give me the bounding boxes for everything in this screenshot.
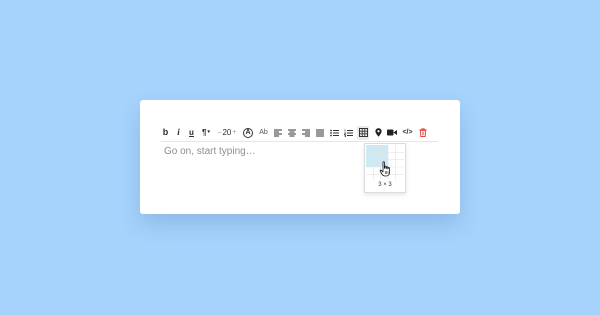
- table-icon: [358, 128, 368, 137]
- align-right-button[interactable]: [301, 126, 311, 139]
- align-left-icon: [274, 129, 282, 136]
- bullet-list-icon: [329, 129, 339, 136]
- editor-placeholder[interactable]: Go on, start typing…: [164, 146, 256, 157]
- font-size-control: – 20 +: [216, 126, 238, 139]
- justify-icon: [316, 129, 324, 136]
- numbered-list-button[interactable]: [343, 126, 353, 139]
- paragraph-icon: ¶: [202, 127, 207, 137]
- highlight-button[interactable]: Ab: [258, 126, 269, 139]
- location-pin-icon: [374, 128, 382, 137]
- align-center-button[interactable]: [287, 126, 297, 139]
- highlight-icon: Ab: [259, 129, 268, 136]
- editor-card: [140, 100, 460, 214]
- bullet-list-button[interactable]: [329, 126, 339, 139]
- text-color-icon: A: [243, 127, 253, 138]
- video-icon: [387, 129, 397, 136]
- justify-button[interactable]: [315, 126, 325, 139]
- font-size-increase-button[interactable]: +: [232, 129, 236, 136]
- font-size-value: 20: [222, 127, 232, 137]
- paragraph-dropdown[interactable]: ¶ ▾: [200, 126, 212, 139]
- text-color-button[interactable]: A: [242, 126, 254, 139]
- chevron-down-icon: ▾: [207, 129, 210, 135]
- align-right-icon: [302, 129, 310, 136]
- hand-cursor-icon: [379, 161, 390, 177]
- location-button[interactable]: [373, 126, 383, 139]
- italic-button[interactable]: i: [174, 126, 183, 139]
- bold-button[interactable]: b: [161, 126, 170, 139]
- table-size-label: 3 × 3: [378, 182, 392, 188]
- trash-icon: [419, 128, 427, 137]
- code-icon: </>: [402, 129, 413, 136]
- table-button[interactable]: [357, 125, 369, 140]
- video-button[interactable]: [387, 126, 397, 139]
- numbered-list-icon: [343, 129, 353, 137]
- editor-toolbar: b i u ¶ ▾ – 20 + A Ab </>: [161, 124, 438, 142]
- font-size-decrease-button[interactable]: –: [218, 129, 222, 136]
- code-button[interactable]: </>: [401, 126, 414, 139]
- underline-button[interactable]: u: [187, 126, 196, 139]
- align-center-icon: [288, 129, 296, 136]
- align-left-button[interactable]: [273, 126, 283, 139]
- delete-button[interactable]: [418, 126, 428, 139]
